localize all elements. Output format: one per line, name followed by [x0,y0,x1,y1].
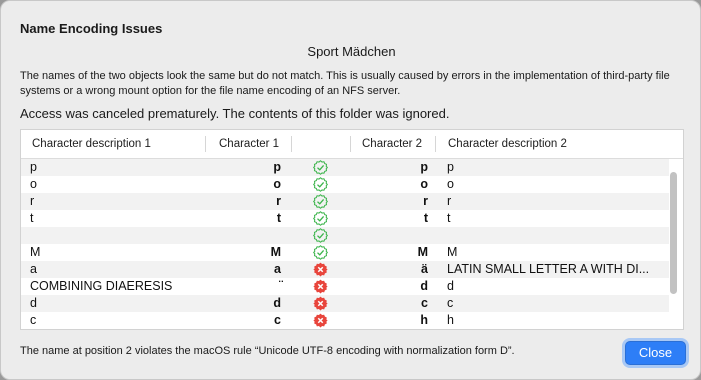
match-check-icon [312,160,329,175]
name-encoding-dialog: Name Encoding Issues Sport Mädchen The n… [0,0,701,380]
character-description-1: a [30,262,37,276]
column-divider[interactable] [205,136,206,152]
column-divider[interactable] [350,136,351,152]
access-message: Access was canceled prematurely. The con… [20,106,450,121]
character-1: d [273,296,281,310]
character-description-1: o [30,177,37,191]
character-description-2: o [447,177,454,191]
character-description-1: r [30,194,35,208]
header-character-1[interactable]: Character 1 [219,130,279,158]
character-2: t [423,211,428,225]
table-row[interactable]: tttt [21,210,669,227]
character-1: t [276,211,281,225]
match-check-icon [312,194,329,209]
table-row[interactable]: pppp [21,159,669,176]
character-1: M [270,245,281,259]
match-check-icon [312,245,329,260]
column-divider[interactable] [435,136,436,152]
mismatch-x-icon [313,313,328,328]
character-1: a [274,262,281,276]
character-2: M [417,245,428,259]
mismatch-x-icon [313,262,328,277]
column-divider[interactable] [291,136,292,152]
character-description-2: LATIN SMALL LETTER A WITH DI... [447,262,650,276]
table-row[interactable]: a a ä LATIN SMALL LETTER A WITH DI... [21,261,669,278]
character-2: c [421,296,428,310]
table-row[interactable]: rrrr [21,193,669,210]
character-description-2: r [447,194,452,208]
header-character-description-2[interactable]: Character description 2 [448,130,567,158]
character-2: r [423,194,428,208]
character-2: ä [421,262,428,276]
match-check-icon [312,211,329,226]
character-2: p [420,160,428,174]
character-description-2: M [447,245,458,259]
object-name: Sport Mädchen [307,44,396,59]
character-description-2: h [447,313,454,327]
table-row[interactable]: MMMM [21,244,669,261]
character-1: r [276,194,281,208]
character-description-1: t [30,211,34,225]
table-row[interactable] [21,227,669,244]
vertical-scrollbar[interactable] [670,172,677,294]
character-description-1: M [30,245,41,259]
character-description-1: COMBINING DIAERESIS [30,279,173,293]
character-2: o [420,177,428,191]
character-description-1: p [30,160,37,174]
character-description-2: p [447,160,454,174]
character-description-1: c [30,313,37,327]
character-2: d [420,279,428,293]
character-description-2: c [447,296,454,310]
character-1: ̈ [221,278,281,295]
close-button[interactable]: Close [625,341,686,365]
header-character-2[interactable]: Character 2 [362,130,422,158]
character-comparison-table: Character description 1 Character 1 Char… [20,129,684,330]
character-description-1: d [30,296,37,310]
table-row[interactable]: oooo [21,176,669,193]
character-2: h [420,313,428,327]
character-1: p [273,160,281,174]
header-character-description-1[interactable]: Character description 1 [32,130,151,158]
table-row[interactable]: COMBINING DIAERESIS̈ d d [21,278,669,295]
issue-description: The names of the two objects look the sa… [20,70,670,97]
table-header: Character description 1 Character 1 Char… [21,130,683,159]
rule-violation-message: The name at position 2 violates the macO… [20,345,515,357]
table-row[interactable]: cchh [21,312,669,329]
mismatch-x-icon [313,279,328,294]
match-check-icon [312,177,329,192]
mismatch-x-icon [313,296,328,311]
character-description-2: d [447,279,454,293]
character-description-2: t [447,211,451,225]
dialog-title: Name Encoding Issues [20,21,163,36]
table-row[interactable]: ddcc [21,295,669,312]
character-1: o [273,177,281,191]
character-1: c [274,313,281,327]
match-check-icon [312,228,329,243]
